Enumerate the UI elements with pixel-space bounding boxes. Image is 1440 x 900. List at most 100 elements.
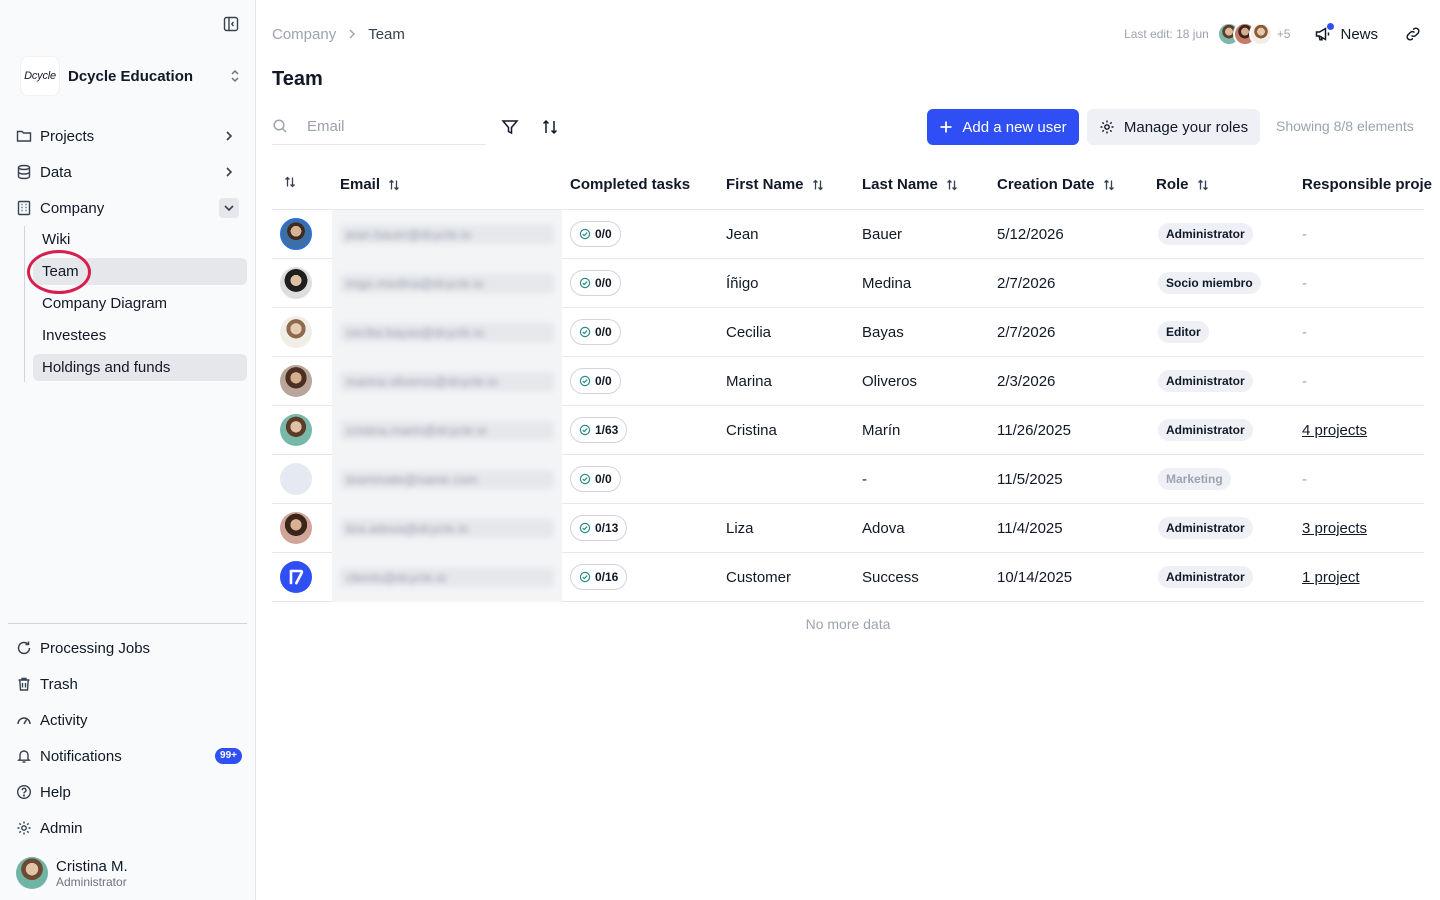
news-button[interactable]: News [1314,23,1378,43]
role-badge[interactable]: Administrator [1158,370,1253,392]
column-label: Last Name [862,176,938,193]
last-edit-text: Last edit: 18 jun [1124,27,1209,41]
collapse-sidebar-icon[interactable] [222,15,240,33]
sidebar-item-team[interactable]: Team [33,258,247,285]
projects-link[interactable]: 1 project [1302,569,1360,586]
avatar [280,414,312,446]
tasks-count: 0/0 [595,276,612,290]
manage-roles-label: Manage your roles [1123,118,1249,136]
role-badge[interactable]: Administrator [1158,566,1253,588]
responsible-projects-cell: - [1302,210,1307,258]
column-label: Role [1156,176,1189,193]
last-name-cell: Success [862,568,919,586]
sidebar-item-company[interactable]: Company [16,194,242,222]
email-value-redacted: cecilia.bayas@dcycle.io [340,323,554,342]
org-switcher[interactable]: Dcycle Dcycle Education [20,56,242,96]
empty-value: - [1302,372,1307,390]
creation-date-cell: 11/26/2025 [997,421,1071,439]
sort-icon[interactable] [1103,179,1115,191]
sidebar-item-holdings-and-funds[interactable]: Holdings and funds [33,354,247,381]
refresh-icon [16,640,32,656]
tasks-pill[interactable]: 0/0 [570,466,621,492]
sort-icon[interactable] [812,179,824,191]
last-name-cell: Medina [862,274,912,292]
avatar [280,218,312,250]
tasks-pill[interactable]: 0/0 [570,368,621,394]
email-value-redacted: liza.adova@dcycle.io [340,519,554,538]
role-badge[interactable]: Administrator [1158,517,1253,539]
sort-icon[interactable] [540,117,560,137]
table-row[interactable]: inigo.medina@dcycle.io 0/0 Íñigo Medina 2/7/… [272,259,1424,308]
sidebar-item-notifications[interactable]: Notifications 99+ [16,742,242,770]
creation-date-cell: 11/4/2025 [997,519,1063,537]
sidebar-item-company-diagram[interactable]: Company Diagram [33,290,247,317]
table-row[interactable]: liza.adova@dcycle.io 0/13 Liza Adova 11/4/20… [272,504,1424,553]
role-badge[interactable]: Socio miembro [1158,272,1261,294]
tasks-pill[interactable]: 0/0 [570,270,621,296]
projects-link[interactable]: 4 projects [1302,422,1367,439]
table-row[interactable]: cristina.marin@dcycle.io 1/63 Cristina Marí… [272,406,1424,455]
table-row[interactable]: marina.oliveros@dcycle.io 0/0 Marina Oliver… [272,357,1424,406]
manage-roles-button[interactable]: Manage your roles [1087,109,1260,145]
chevron-right-icon [222,165,236,179]
add-user-label: Add a new user [962,118,1067,136]
building-icon [16,200,32,216]
add-user-button[interactable]: Add a new user [927,109,1079,145]
sidebar-item-investees[interactable]: Investees [33,322,247,349]
page-title: Team [272,68,323,90]
sidebar-item-wiki[interactable]: Wiki [33,226,247,253]
tasks-pill[interactable]: 0/0 [570,319,621,345]
sidebar-item-data[interactable]: Data [16,158,242,186]
role-badge[interactable]: Administrator [1158,223,1253,245]
first-name-cell: Liza [726,519,754,537]
role-badge[interactable]: Editor [1158,321,1209,343]
creation-date-cell: 10/14/2025 [997,568,1073,586]
sidebar-item-activity[interactable]: Activity [16,706,242,734]
responsible-projects-cell: - [1302,455,1307,503]
column-label: Responsible proje [1302,176,1433,193]
sidebar-item-admin[interactable]: Admin [16,814,242,842]
role-badge[interactable]: Administrator [1158,419,1253,441]
sidebar-item-trash[interactable]: Trash [16,670,242,698]
tasks-pill[interactable]: 0/13 [570,515,628,541]
avatar [280,267,312,299]
tasks-pill[interactable]: 1/63 [570,417,628,443]
role-cell: Administrator [1158,553,1253,601]
breadcrumb-company-link[interactable]: Company [272,26,336,43]
sidebar-item-help[interactable]: Help [16,778,242,806]
team-table: Email Completed tasks First Name Last Na… [272,160,1432,632]
tasks-count: 0/0 [595,325,612,339]
chevron-down-icon [219,198,239,218]
table-row[interactable]: jean.bauer@dcycle.io 0/0 Jean Bauer 5/12/202… [272,210,1424,259]
search-input[interactable] [307,117,477,135]
gear-icon [16,820,32,836]
empty-value: - [1302,323,1307,341]
check-circle-icon [579,326,591,338]
completed-tasks-cell: 0/0 [570,357,621,405]
sort-icon[interactable] [388,179,400,191]
table-row[interactable]: teammate@name.com 0/0 - 11/5/2025 Marketing - [272,455,1424,504]
filter-icon[interactable] [500,117,520,137]
tasks-pill[interactable]: 0/0 [570,221,621,247]
editor-avatars[interactable] [1216,22,1273,46]
tasks-pill[interactable]: 0/16 [570,564,628,590]
link-icon[interactable] [1404,25,1422,43]
current-user-menu[interactable]: Cristina M. Administrator [16,856,242,890]
projects-link[interactable]: 3 projects [1302,520,1367,537]
email-value-redacted: jean.bauer@dcycle.io [340,225,554,244]
check-circle-icon [579,375,591,387]
sidebar-item-label: Projects [40,127,95,145]
sort-icon[interactable] [1197,179,1209,191]
sidebar-item-processing-jobs[interactable]: Processing Jobs [16,634,242,662]
role-badge[interactable]: Marketing [1158,468,1231,490]
table-row[interactable]: clients@dcycle.io 0/16 Customer Success 10/1… [272,553,1424,602]
table-row[interactable]: cecilia.bayas@dcycle.io 0/0 Cecilia Bayas 2/… [272,308,1424,357]
check-circle-icon [579,522,591,534]
avatar-sort-icon[interactable] [284,176,296,188]
check-circle-icon [579,473,591,485]
sort-icon[interactable] [946,179,958,191]
email-value-redacted: cristina.marin@dcycle.io [340,421,554,440]
last-name-cell: - [862,470,867,488]
dcycle-logo-icon [280,561,312,593]
sidebar-item-projects[interactable]: Projects [16,122,242,150]
